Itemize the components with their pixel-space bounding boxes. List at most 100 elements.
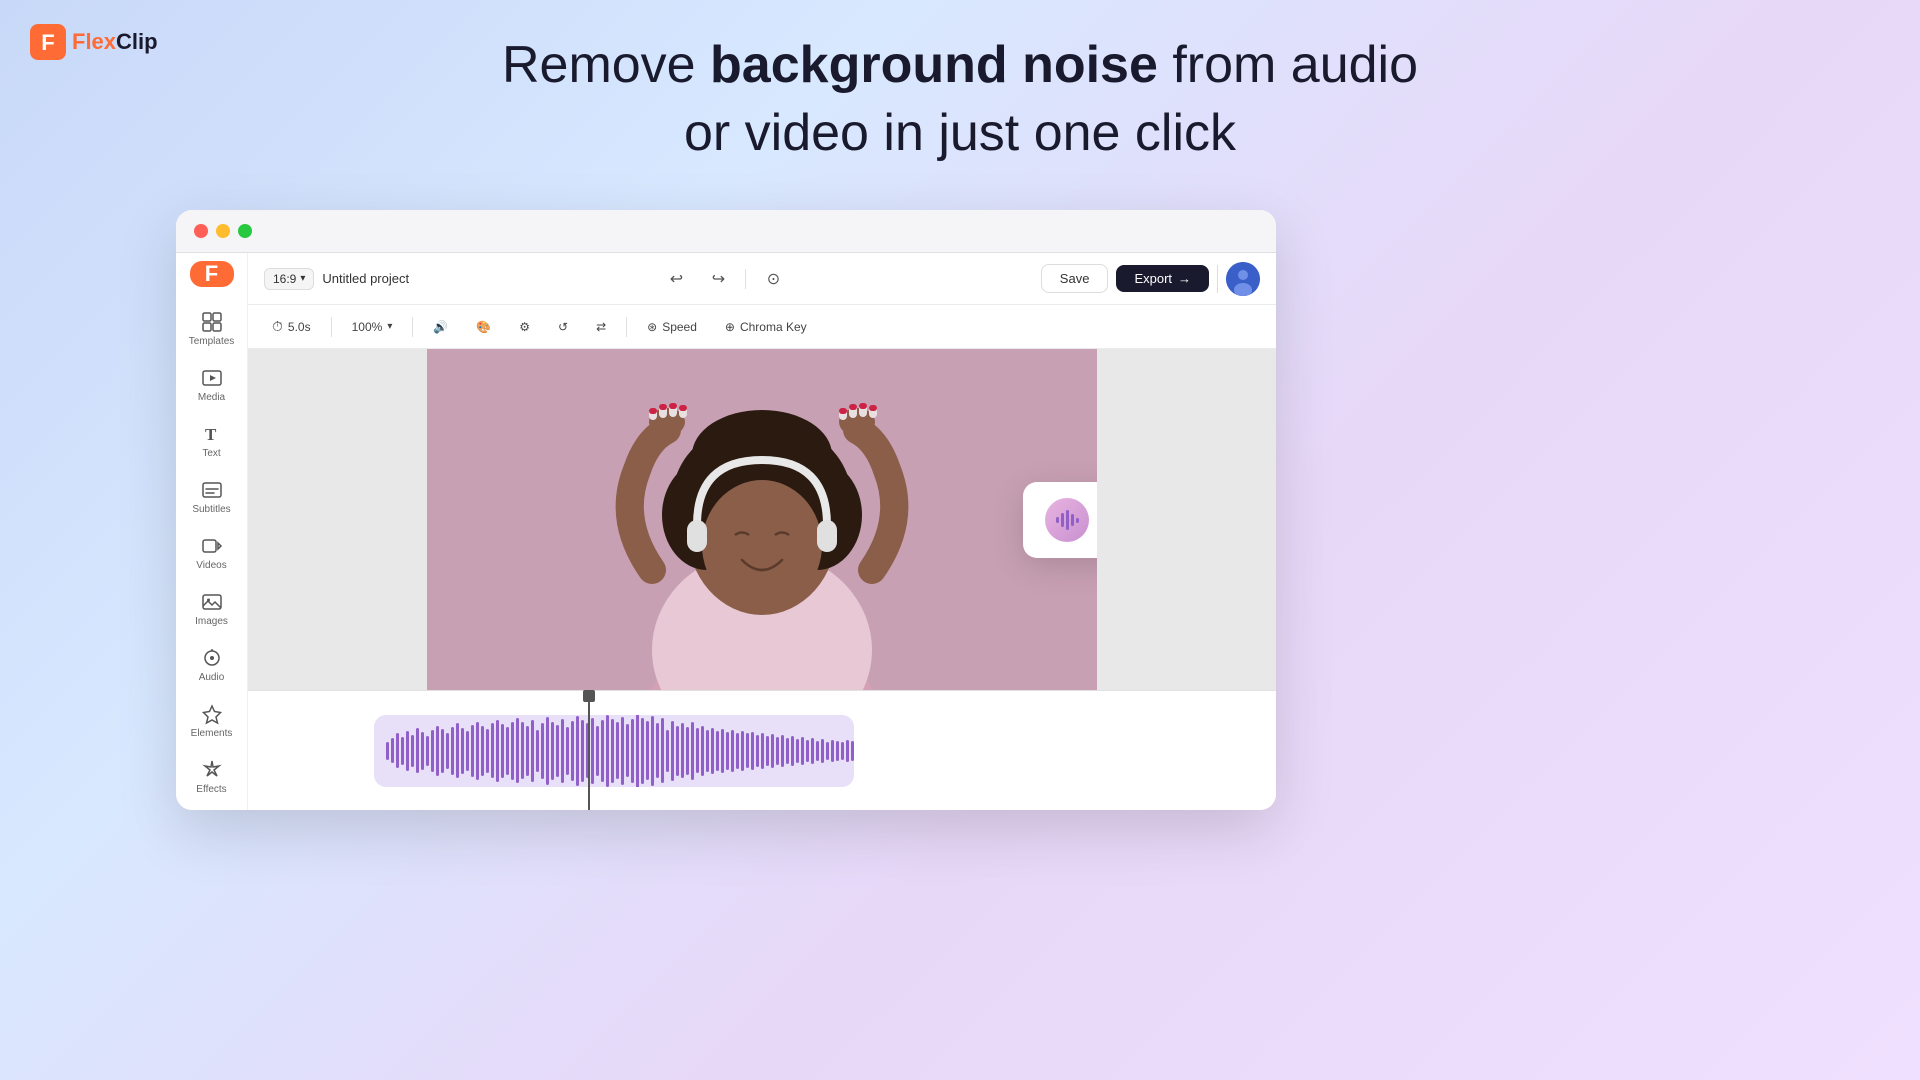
sidebar-item-images[interactable]: Images xyxy=(182,583,242,635)
zoom-chevron-icon: ▾ xyxy=(387,321,392,332)
waveform xyxy=(386,715,842,787)
waveform-bar xyxy=(701,726,704,776)
text-label: Text xyxy=(202,448,220,459)
sidebar-item-templates[interactable]: Templates xyxy=(182,303,242,355)
waveform-bar xyxy=(511,722,514,780)
video-content xyxy=(427,349,1097,690)
sidebar-item-videos[interactable]: Videos xyxy=(182,527,242,579)
redo-button[interactable]: ↪ xyxy=(703,264,733,294)
waveform-bar xyxy=(831,740,834,762)
top-bar-actions: Save Export → xyxy=(1041,262,1260,296)
waveform-bar xyxy=(621,717,624,785)
waveform-bar xyxy=(616,722,619,779)
waveform-bar xyxy=(686,727,689,775)
speed-button[interactable]: ⊛ Speed xyxy=(639,316,705,338)
waveform-bar xyxy=(466,731,469,771)
volume-button[interactable]: 🔊 xyxy=(425,316,456,338)
headline-end: from audio xyxy=(1158,36,1418,94)
flip-button[interactable]: ⇄ xyxy=(588,316,614,338)
waveform-bar xyxy=(826,742,829,760)
traffic-light-green[interactable] xyxy=(238,224,252,238)
waveform-bar xyxy=(521,722,524,779)
playhead[interactable] xyxy=(588,691,590,810)
topbar-divider xyxy=(745,269,746,289)
user-avatar[interactable] xyxy=(1226,262,1260,296)
camera-button[interactable]: ⊙ xyxy=(758,264,788,294)
waveform-bar xyxy=(631,719,634,783)
zoom-value: 100% xyxy=(352,320,383,334)
waveform-bar xyxy=(776,737,779,765)
headline-line2: or video in just one click xyxy=(684,104,1236,162)
waveform-bar xyxy=(561,719,564,783)
audio-icon xyxy=(201,647,223,669)
waveform-bar xyxy=(641,718,644,784)
sidebar-item-media[interactable]: Media xyxy=(182,359,242,411)
export-button[interactable]: Export → xyxy=(1116,265,1209,292)
save-button[interactable]: Save xyxy=(1041,264,1109,293)
sidebar-item-tools[interactable]: Tools xyxy=(182,807,242,810)
waveform-bar xyxy=(526,726,529,776)
chroma-key-icon: ⊕ xyxy=(725,320,735,334)
waveform-bar xyxy=(756,735,759,767)
waveform-bar xyxy=(441,729,444,773)
color-button[interactable]: 🎨 xyxy=(468,316,499,338)
chroma-key-button[interactable]: ⊕ Chroma Key xyxy=(717,316,815,338)
svg-text:F: F xyxy=(41,30,54,55)
waveform-bar xyxy=(791,736,794,766)
reset-button[interactable]: ↺ xyxy=(550,316,576,338)
traffic-lights xyxy=(176,210,1276,253)
undo-button[interactable]: ↩ xyxy=(661,264,691,294)
sidebar-item-text[interactable]: T Text xyxy=(182,415,242,467)
ratio-value: 16:9 xyxy=(273,272,296,286)
waveform-bar xyxy=(781,735,784,767)
top-bar: 16:9 ▾ Untitled project ↩ ↪ ⊙ Save Expor… xyxy=(248,253,1276,305)
waveform-bar xyxy=(766,736,769,766)
effects-icon xyxy=(201,759,223,781)
zoom-control[interactable]: 100% ▾ xyxy=(344,316,401,338)
waveform-bar xyxy=(431,730,434,772)
waveform-icon xyxy=(1054,507,1080,533)
sidebar-item-audio[interactable]: Audio xyxy=(182,639,242,691)
waveform-bar xyxy=(711,728,714,774)
audio-label: Audio xyxy=(199,672,225,683)
waveform-bar xyxy=(546,717,549,785)
waveform-bar xyxy=(801,737,804,765)
templates-label: Templates xyxy=(189,336,235,347)
traffic-light-red[interactable] xyxy=(194,224,208,238)
templates-icon xyxy=(201,311,223,333)
video-canvas: Reduce Noise xyxy=(427,349,1097,690)
waveform-bar xyxy=(411,735,414,767)
adjust-button[interactable]: ⚙ xyxy=(511,316,538,338)
export-arrow-icon: → xyxy=(1178,271,1191,286)
headline-bold: background noise xyxy=(710,36,1158,94)
ratio-chevron: ▾ xyxy=(300,273,305,284)
waveform-bar xyxy=(666,730,669,772)
waveform-bar xyxy=(421,732,424,770)
toolbar: ⏱ 5.0s 100% ▾ 🔊 🎨 ⚙ xyxy=(248,305,1276,349)
sidebar-item-elements[interactable]: Elements xyxy=(182,695,242,747)
waveform-bar xyxy=(591,718,594,784)
ratio-badge[interactable]: 16:9 ▾ xyxy=(264,268,314,290)
waveform-bar xyxy=(806,740,809,762)
waveform-bar xyxy=(746,733,749,768)
traffic-light-yellow[interactable] xyxy=(216,224,230,238)
waveform-container[interactable] xyxy=(374,715,854,787)
videos-label: Videos xyxy=(196,560,226,571)
waveform-bar xyxy=(816,741,819,761)
waveform-bar xyxy=(481,726,484,776)
media-icon xyxy=(201,367,223,389)
effects-label: Effects xyxy=(196,784,226,795)
waveform-bar xyxy=(736,733,739,769)
reduce-noise-tooltip: Reduce Noise xyxy=(1023,482,1097,558)
waveform-bar xyxy=(396,733,399,768)
media-label: Media xyxy=(198,392,225,403)
waveform-bar xyxy=(651,716,654,786)
waveform-bar xyxy=(626,724,629,777)
export-label: Export xyxy=(1134,271,1172,286)
waveform-bar xyxy=(706,730,709,772)
sidebar-item-effects[interactable]: Effects xyxy=(182,751,242,803)
waveform-bar xyxy=(461,728,464,774)
waveform-bar xyxy=(656,723,659,778)
waveform-bar xyxy=(486,729,489,773)
sidebar-item-subtitles[interactable]: Subtitles xyxy=(182,471,242,523)
